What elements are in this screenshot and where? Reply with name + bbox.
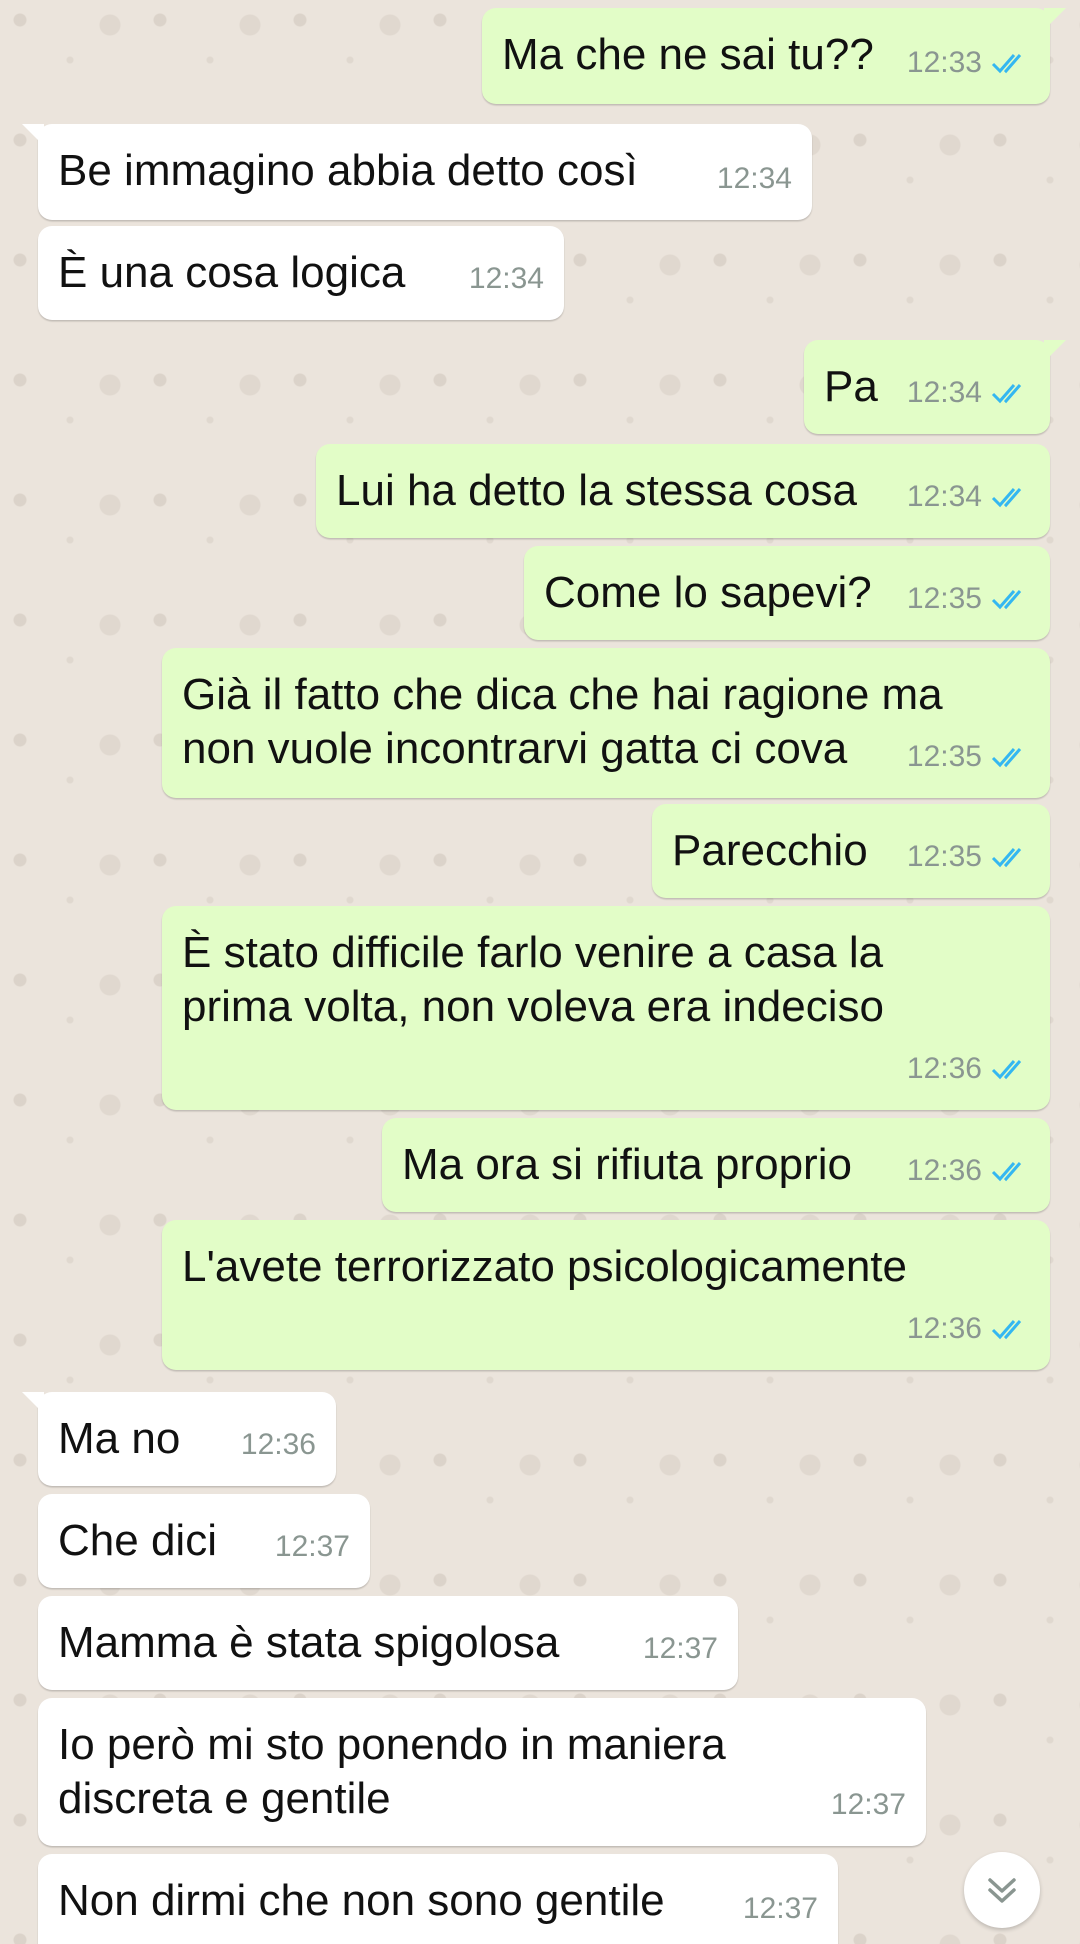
message-time: 12:35 [906,840,982,873]
message-meta: 12:34 [717,152,792,206]
message-text: Ma ora si rifiuta proprio [402,1140,852,1189]
message-time: 12:34 [906,376,982,409]
message-bubble-incoming[interactable]: Ma no 12:36 [22,1392,336,1486]
message-time: 12:35 [906,740,982,773]
message-meta: 12:37 [643,1622,718,1676]
message-bubble-incoming[interactable]: Mamma è stata spigolosa 12:37 [38,1596,738,1690]
message-meta: 12:37 [275,1520,350,1574]
message-text: L'avete terrorizzato psicologicamente [182,1242,907,1291]
message-time: 12:37 [742,1892,818,1925]
message-time: 12:35 [906,582,982,615]
bubble-tail [1044,8,1066,30]
message-text: Già il fatto che dica che hai ragione ma… [182,670,943,773]
bubble-tail [22,1392,44,1414]
scroll-to-bottom-button[interactable] [964,1852,1040,1928]
double-check-icon [991,1320,1022,1340]
message-meta: 12:36 [907,1042,1030,1096]
message-bubble-outgoing[interactable]: Parecchio 12:35 [652,804,1050,898]
message-time: 12:34 [906,480,982,513]
message-time: 12:37 [274,1530,350,1563]
message-bubble-outgoing[interactable]: L'avete terrorizzato psicologicamente 12… [162,1220,1050,1370]
message-text: Che dici [58,1516,217,1565]
bubble-tail [1044,340,1066,362]
message-time: 12:36 [240,1428,316,1461]
message-text: È stato difficile farlo venire a casa la… [182,928,884,1031]
message-meta: 12:35 [907,830,1030,884]
message-meta: 12:33 [907,36,1030,90]
message-bubble-outgoing[interactable]: Ma ora si rifiuta proprio 12:36 [382,1118,1050,1212]
message-time: 12:34 [468,262,544,295]
double-check-icon [991,488,1022,508]
double-check-icon [991,1162,1022,1182]
message-time: 12:33 [906,46,982,79]
double-check-icon [991,1060,1022,1080]
message-bubble-incoming[interactable]: Non dirmi che non sono gentile 12:37 [38,1854,838,1944]
message-meta: 12:36 [907,1144,1030,1198]
message-meta: 12:34 [469,252,544,306]
message-meta: 12:36 [241,1418,316,1472]
message-text: Ma che ne sai tu?? [502,30,874,79]
message-bubble-incoming[interactable]: È una cosa logica 12:34 [38,226,564,320]
message-text: Mamma è stata spigolosa [58,1618,560,1667]
message-text: Io però mi sto ponendo in maniera discre… [58,1720,726,1823]
message-time: 12:37 [830,1788,906,1821]
message-text: Be immagino abbia detto così [58,146,638,195]
message-meta: 12:37 [743,1882,818,1936]
message-text: Lui ha detto la stessa cosa [336,466,857,515]
message-text: Ma no [58,1414,181,1463]
message-text: È una cosa logica [58,248,406,297]
message-time: 12:36 [906,1052,982,1085]
message-bubble-incoming[interactable]: Che dici 12:37 [38,1494,370,1588]
message-bubble-outgoing[interactable]: Pa 12:34 [804,340,1066,434]
message-bubble-outgoing[interactable]: Già il fatto che dica che hai ragione ma… [162,648,1050,798]
message-text: Come lo sapevi? [544,568,872,617]
message-text: Parecchio [672,826,868,875]
message-time: 12:37 [642,1632,718,1665]
message-bubble-incoming[interactable]: Be immagino abbia detto così 12:34 [22,124,812,220]
message-bubble-outgoing[interactable]: È stato difficile farlo venire a casa la… [162,906,1050,1110]
double-chevron-down-icon [988,1878,1016,1903]
message-bubble-outgoing[interactable]: Lui ha detto la stessa cosa 12:34 [316,444,1050,538]
message-bubble-incoming[interactable]: Io però mi sto ponendo in maniera discre… [38,1698,926,1846]
message-meta: 12:34 [907,470,1030,524]
message-text: Pa [824,362,878,411]
message-time: 12:34 [716,162,792,195]
double-check-icon [991,54,1022,74]
bubble-tail [22,124,44,146]
message-meta: 12:34 [907,366,1030,420]
message-bubble-outgoing[interactable]: Ma che ne sai tu?? 12:33 [482,8,1066,104]
message-meta: 12:35 [907,572,1030,626]
message-bubble-outgoing[interactable]: Come lo sapevi? 12:35 [524,546,1050,640]
message-meta: 12:37 [831,1778,906,1832]
message-meta: 12:36 [907,1302,1030,1356]
double-check-icon [991,384,1022,404]
message-meta: 12:35 [907,730,1030,784]
double-check-icon [991,848,1022,868]
message-time: 12:36 [906,1312,982,1345]
message-time: 12:36 [906,1154,982,1187]
message-text: Non dirmi che non sono gentile [58,1876,665,1925]
double-check-icon [991,748,1022,768]
double-check-icon [991,590,1022,610]
